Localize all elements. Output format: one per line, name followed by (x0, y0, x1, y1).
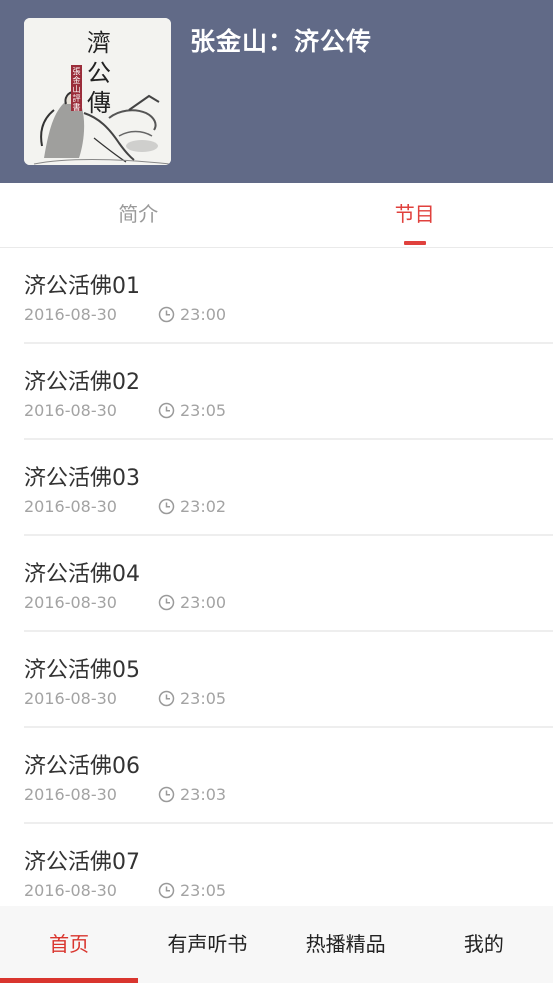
cover-char: 傳 (87, 89, 111, 117)
bottom-navigation: 首页 有声听书 热播精品 我的 (0, 906, 553, 983)
episode-title: 济公活佛04 (24, 562, 140, 587)
episode-date: 2016-08-30 (24, 689, 117, 708)
nav-popular[interactable]: 热播精品 (277, 906, 415, 983)
episode-date: 2016-08-30 (24, 305, 117, 324)
episode-duration: 23:00 (180, 593, 227, 612)
tab-intro[interactable]: 简介 (0, 183, 277, 247)
episode-title: 济公活佛01 (24, 274, 140, 299)
nav-label: 热播精品 (305, 932, 386, 956)
list-item[interactable]: 济公活佛02 2016-08-30 23:05 (24, 344, 553, 440)
clock-icon (158, 498, 175, 515)
episode-date: 2016-08-30 (24, 881, 117, 900)
episode-duration: 23:05 (180, 881, 227, 900)
episode-duration: 23:02 (180, 497, 227, 516)
episode-list[interactable]: 济公活佛01 2016-08-30 23:00 济公活佛02 2016-08-3… (0, 248, 553, 906)
nav-mine[interactable]: 我的 (415, 906, 553, 983)
episode-date: 2016-08-30 (24, 593, 117, 612)
episode-meta: 2016-08-30 23:05 (24, 881, 226, 900)
episode-meta: 2016-08-30 23:03 (24, 785, 226, 804)
episode-meta: 2016-08-30 23:05 (24, 689, 226, 708)
book-title: 张金山：济公传 (190, 27, 373, 56)
list-item[interactable]: 济公活佛03 2016-08-30 23:02 (24, 440, 553, 536)
clock-icon (158, 594, 175, 611)
episode-date: 2016-08-30 (24, 497, 117, 516)
app: 濟 公 傳 張金山評書 张金山：济公传 简介 节目 济公活佛01 2016-08… (0, 0, 553, 983)
list-item[interactable]: 济公活佛04 2016-08-30 23:00 (24, 536, 553, 632)
cover-title-text: 濟 公 傳 (86, 28, 112, 118)
episode-meta: 2016-08-30 23:00 (24, 593, 226, 612)
active-tab-indicator (403, 241, 426, 245)
nav-audiobooks[interactable]: 有声听书 (138, 906, 276, 983)
cover-char: 濟 (87, 29, 111, 57)
tab-bar: 简介 节目 (0, 183, 553, 248)
episode-meta: 2016-08-30 23:02 (24, 497, 226, 516)
episode-date: 2016-08-30 (24, 785, 117, 804)
clock-icon (158, 786, 175, 803)
episode-meta: 2016-08-30 23:00 (24, 305, 226, 324)
episode-duration: 23:05 (180, 689, 227, 708)
episode-title: 济公活佛06 (24, 754, 140, 779)
list-item[interactable]: 济公活佛01 2016-08-30 23:00 (24, 248, 553, 344)
clock-icon (158, 306, 175, 323)
nav-label: 有声听书 (167, 932, 248, 956)
cover-char: 公 (87, 59, 111, 87)
book-cover-image: 濟 公 傳 張金山評書 (24, 18, 171, 165)
nav-label: 首页 (49, 932, 90, 956)
tab-label: 节目 (394, 202, 435, 226)
nav-label: 我的 (463, 932, 504, 956)
episode-title: 济公活佛02 (24, 370, 140, 395)
episode-date: 2016-08-30 (24, 401, 117, 420)
clock-icon (158, 882, 175, 899)
episode-duration: 23:03 (180, 785, 227, 804)
episode-duration: 23:05 (180, 401, 227, 420)
tab-episodes[interactable]: 节目 (277, 183, 553, 247)
cover-seal: 張金山評書 (71, 65, 82, 111)
clock-icon (158, 690, 175, 707)
episode-duration: 23:00 (180, 305, 227, 324)
episode-title: 济公活佛05 (24, 658, 140, 683)
clock-icon (158, 402, 175, 419)
episode-title: 济公活佛07 (24, 850, 140, 875)
list-item[interactable]: 济公活佛05 2016-08-30 23:05 (24, 632, 553, 728)
tab-label: 简介 (118, 202, 159, 226)
episode-meta: 2016-08-30 23:05 (24, 401, 226, 420)
nav-home[interactable]: 首页 (0, 906, 139, 983)
list-item[interactable]: 济公活佛07 2016-08-30 23:05 (24, 824, 553, 906)
book-header: 濟 公 傳 張金山評書 张金山：济公传 (0, 0, 553, 183)
active-nav-indicator (0, 978, 139, 983)
list-item[interactable]: 济公活佛06 2016-08-30 23:03 (24, 728, 553, 824)
episode-title: 济公活佛03 (24, 466, 140, 491)
